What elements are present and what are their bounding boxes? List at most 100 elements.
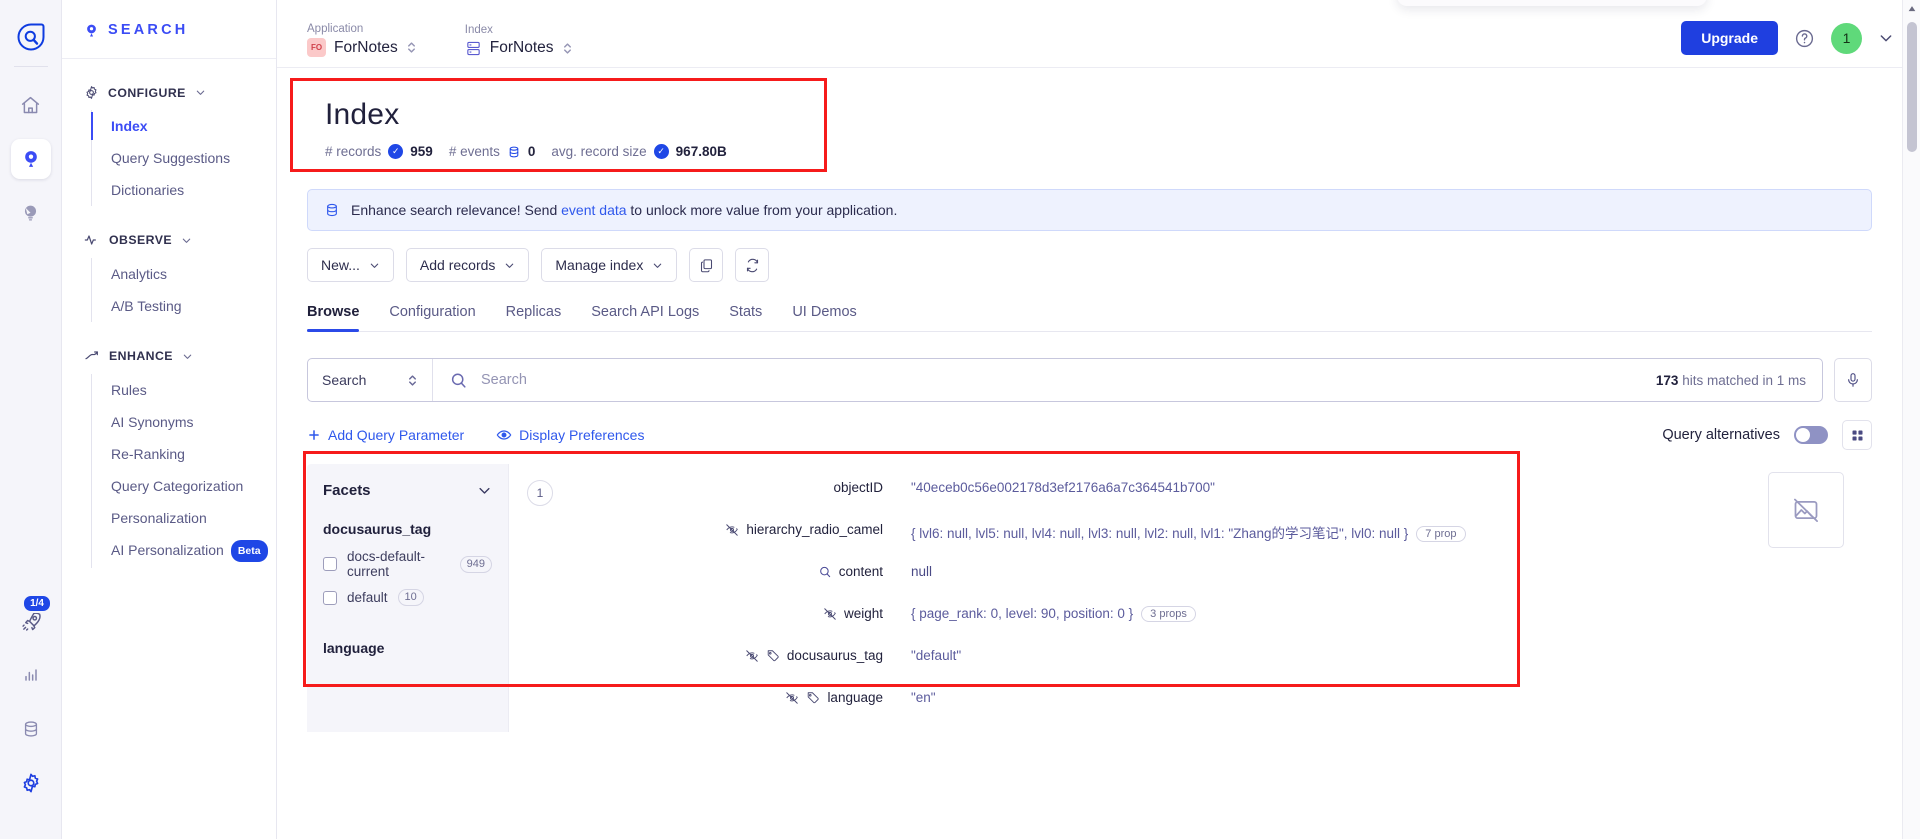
add-query-parameter-button[interactable]: Add Query Parameter xyxy=(307,427,464,443)
application-selector[interactable]: Application FO ForNotes xyxy=(277,23,417,57)
search-input-wrapper[interactable]: Search xyxy=(433,371,1656,390)
tab-replicas[interactable]: Replicas xyxy=(506,304,562,331)
algolia-logo-icon[interactable] xyxy=(16,22,46,52)
record-list: 1 objectID "40eceb0c56e002178d3ef2176a6a… xyxy=(508,464,1872,732)
eye-off-icon[interactable] xyxy=(725,523,739,537)
facet-value-docs-default-current[interactable]: docs-default-current 949 xyxy=(323,549,492,579)
rocket-icon[interactable]: 1/4 xyxy=(11,594,52,641)
help-circle-icon[interactable] xyxy=(1794,28,1815,49)
query-alternatives-group: Query alternatives xyxy=(1662,420,1872,450)
sidebar-group-header-enhance[interactable]: ENHANCE xyxy=(62,342,276,370)
sidebar-group-label: OBSERVE xyxy=(109,233,173,247)
index-toolbar: New... Add records Manage index xyxy=(307,248,1872,282)
eye-off-icon[interactable] xyxy=(745,649,759,663)
query-alternatives-label: Query alternatives xyxy=(1662,427,1780,443)
tab-configuration[interactable]: Configuration xyxy=(389,304,475,331)
facet-value-label: default xyxy=(347,590,388,605)
topbar-actions: Upgrade 1 xyxy=(1681,21,1894,55)
sidebar-item-label: AI Personalization xyxy=(111,542,224,558)
sidebar-group-label: CONFIGURE xyxy=(108,85,186,100)
stat-value: 0 xyxy=(527,144,536,159)
new-button[interactable]: New... xyxy=(307,248,394,282)
sidebar-brand-label: SEARCH xyxy=(108,22,189,38)
database-icon xyxy=(324,202,340,218)
sidebar-item-re-ranking[interactable]: Re-Ranking xyxy=(92,438,276,470)
bar-chart-icon[interactable] xyxy=(11,655,51,695)
eye-off-icon[interactable] xyxy=(823,607,837,621)
search-icon[interactable] xyxy=(818,565,832,579)
grid-view-icon[interactable] xyxy=(1842,420,1872,450)
manage-index-button[interactable]: Manage index xyxy=(541,248,678,282)
home-icon[interactable] xyxy=(11,85,51,125)
record-attribute-key: docusaurus_tag xyxy=(786,648,883,663)
stat-events: # events 0 xyxy=(449,144,536,159)
display-preferences-button[interactable]: Display Preferences xyxy=(496,427,644,443)
page-title: Index xyxy=(325,98,400,131)
avatar[interactable]: 1 xyxy=(1831,22,1862,54)
results-area: Facets docusaurus_tag docs-default-curre… xyxy=(307,464,1872,732)
sidebar-item-ai-personalization[interactable]: AI Personalization Beta xyxy=(92,534,276,568)
scrollbar-thumb[interactable] xyxy=(1907,22,1917,152)
record-attribute-value: { page_rank: 0, level: 90, position: 0 } xyxy=(911,606,1134,621)
stat-value: 959 xyxy=(410,144,433,159)
database-icon[interactable] xyxy=(11,709,51,749)
record-attribute-value-wrapper: { lvl6: null, lvl5: null, lvl4: null, lv… xyxy=(883,522,1466,542)
record-attribute-value: null xyxy=(911,564,933,579)
page-scrollbar[interactable] xyxy=(1902,0,1920,839)
gear-icon[interactable] xyxy=(11,763,51,803)
search-box: Search Search 173 hits matched in 1 ms xyxy=(307,358,1823,402)
record-attribute-key: weight xyxy=(843,606,883,621)
facet-checkbox[interactable] xyxy=(323,590,337,605)
chevron-updown-icon xyxy=(407,373,418,388)
record-thumbnail xyxy=(1768,472,1844,548)
sidebar-item-index[interactable]: Index xyxy=(90,110,276,142)
tab-search-api-logs[interactable]: Search API Logs xyxy=(591,304,699,331)
scroll-up-arrow-icon[interactable] xyxy=(1903,0,1920,18)
event-data-link[interactable]: event data xyxy=(561,202,626,218)
query-alternatives-toggle[interactable] xyxy=(1794,426,1828,444)
facet-count: 10 xyxy=(397,589,424,606)
refresh-icon[interactable] xyxy=(735,248,770,282)
search-input-placeholder: Search xyxy=(481,372,527,388)
record-attribute-key: language xyxy=(827,690,883,705)
sidebar-group-header-configure[interactable]: CONFIGURE xyxy=(62,79,276,106)
facet-checkbox[interactable] xyxy=(323,557,337,571)
chevron-down-icon[interactable] xyxy=(1878,30,1894,46)
application-avatar: FO xyxy=(307,38,326,57)
tag-icon[interactable] xyxy=(806,691,820,705)
add-records-button[interactable]: Add records xyxy=(405,248,530,282)
sidebar-group-header-observe[interactable]: OBSERVE xyxy=(62,226,276,254)
sidebar-item-query-categorization[interactable]: Query Categorization xyxy=(92,470,276,502)
index-selector[interactable]: Index ForNotes xyxy=(417,24,573,57)
sidebar-items-observe: Analytics A/B Testing xyxy=(91,258,276,322)
lightbulb-icon[interactable] xyxy=(11,193,51,233)
tag-icon[interactable] xyxy=(766,649,780,663)
eye-icon xyxy=(496,427,512,443)
record-index-badge: 1 xyxy=(527,480,553,506)
search-icon xyxy=(449,371,468,390)
tab-ui-demos[interactable]: UI Demos xyxy=(792,304,856,331)
eye-off-icon[interactable] xyxy=(785,691,799,705)
facet-group-language: language xyxy=(323,640,492,656)
sidebar-item-rules[interactable]: Rules xyxy=(92,374,276,406)
tab-stats[interactable]: Stats xyxy=(729,304,762,331)
sidebar-item-ab-testing[interactable]: A/B Testing xyxy=(92,290,276,322)
tab-browse[interactable]: Browse xyxy=(307,304,360,332)
copy-icon[interactable] xyxy=(689,248,724,282)
sidebar-item-ai-synonyms[interactable]: AI Synonyms xyxy=(92,406,276,438)
add-query-parameter-label: Add Query Parameter xyxy=(328,427,465,443)
facet-value-default[interactable]: default 10 xyxy=(323,589,492,606)
microphone-icon[interactable] xyxy=(1834,358,1872,402)
facet-count: 949 xyxy=(459,555,492,573)
sidebar-item-dictionaries[interactable]: Dictionaries xyxy=(92,174,276,206)
search-scope-select[interactable]: Search xyxy=(308,359,433,401)
search-pin-icon[interactable] xyxy=(10,139,51,179)
sidebar-item-analytics[interactable]: Analytics xyxy=(92,258,276,290)
sidebar-item-personalization[interactable]: Personalization xyxy=(92,502,276,534)
sidebar-items-configure: Index Query Suggestions Dictionaries xyxy=(90,110,276,206)
upgrade-button[interactable]: Upgrade xyxy=(1681,21,1778,55)
beta-badge: Beta xyxy=(230,540,268,562)
facets-header[interactable]: Facets xyxy=(323,482,492,499)
sidebar-item-query-suggestions[interactable]: Query Suggestions xyxy=(92,142,276,174)
index-summary-block: Index # records ✓ 959 # events 0 avg. re… xyxy=(307,82,1872,177)
